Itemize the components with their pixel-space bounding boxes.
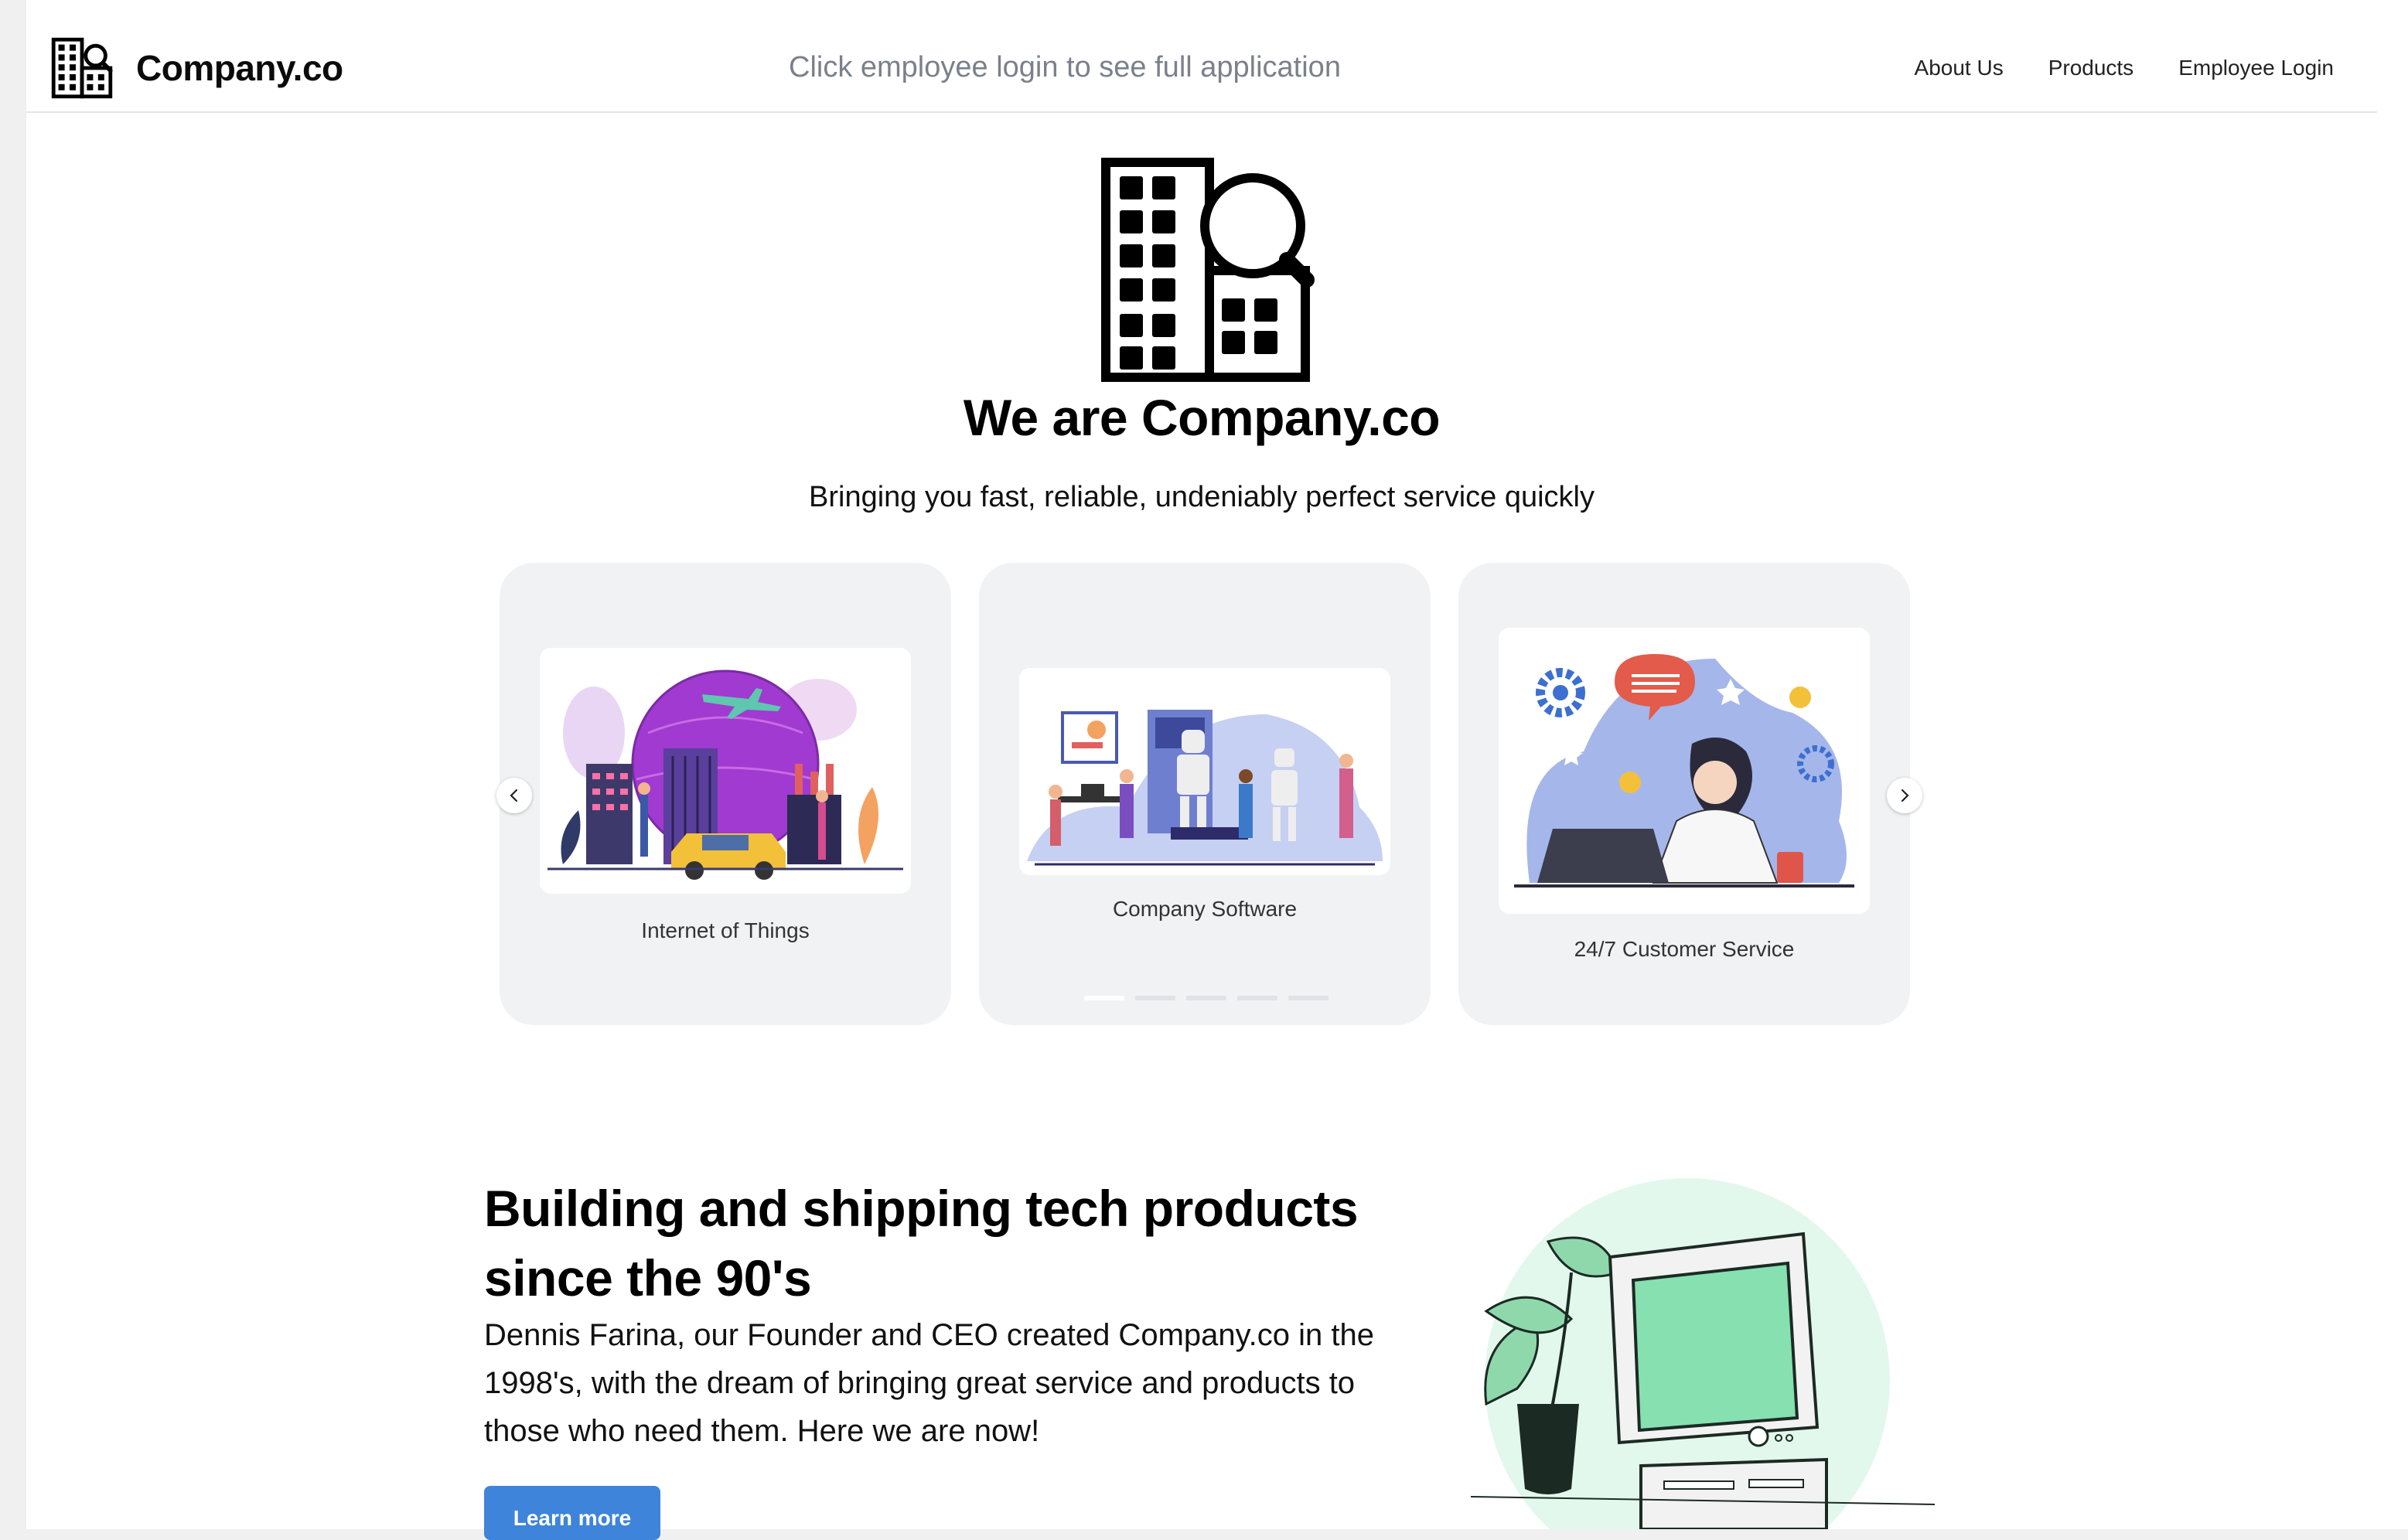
carousel-card-software[interactable]: Company Software [979, 563, 1431, 1025]
brand-name: Company.co [136, 48, 343, 88]
hero-title: We are Company.co [963, 389, 1441, 446]
card-caption-software: Company Software [1112, 897, 1298, 921]
carousel-dot-5[interactable] [1288, 996, 1328, 1000]
hero-subtitle: Bringing you fast, reliable, undeniably … [809, 481, 1595, 513]
nav-products[interactable]: Products [2048, 56, 2134, 80]
nav-about-us[interactable]: About Us [1915, 56, 2004, 80]
building-search-logo-icon [51, 37, 113, 99]
robots-software-illustration [1019, 668, 1390, 875]
carousel-dot-2[interactable] [1135, 996, 1175, 1000]
card-caption-iot: Internet of Things [641, 918, 810, 942]
retro-computer-illustration [1455, 1172, 1950, 1540]
carousel-next-button[interactable] [1887, 778, 1922, 813]
carousel-pagination [1084, 996, 1328, 1000]
chevron-right-icon [1901, 789, 1909, 802]
carousel-card-iot[interactable]: Internet of Things [500, 563, 951, 1025]
hero-building-search-icon [1101, 158, 1315, 382]
chevron-left-icon [510, 789, 518, 802]
header-tagline: Click employee login to see full applica… [789, 51, 1341, 83]
iot-city-illustration [540, 648, 911, 894]
carousel-dot-4[interactable] [1237, 996, 1277, 1000]
nav-employee-login[interactable]: Employee Login [2178, 56, 2334, 80]
carousel-card-customer-service[interactable]: 24/7 Customer Service [1458, 563, 1910, 1025]
main-nav: About Us Products Employee Login [1915, 56, 2334, 80]
carousel-prev-button[interactable] [496, 778, 532, 813]
customer-service-illustration [1499, 628, 1870, 914]
brand[interactable]: Company.co [51, 37, 343, 99]
page: Company.co Click employee login to see f… [26, 0, 2408, 1540]
learn-more-button[interactable]: Learn more [484, 1486, 660, 1540]
carousel-dot-3[interactable] [1186, 996, 1226, 1000]
services-carousel: Internet of Things Company Software 24/7… [496, 563, 1925, 1027]
about-title: Building and shipping tech products sinc… [484, 1180, 1359, 1307]
top-navbar: Company.co Click employee login to see f… [26, 0, 2377, 113]
about-body: Dennis Farina, our Founder and CEO creat… [484, 1318, 1374, 1448]
carousel-dot-1[interactable] [1084, 996, 1124, 1000]
card-caption-customer-service: 24/7 Customer Service [1574, 937, 1795, 961]
